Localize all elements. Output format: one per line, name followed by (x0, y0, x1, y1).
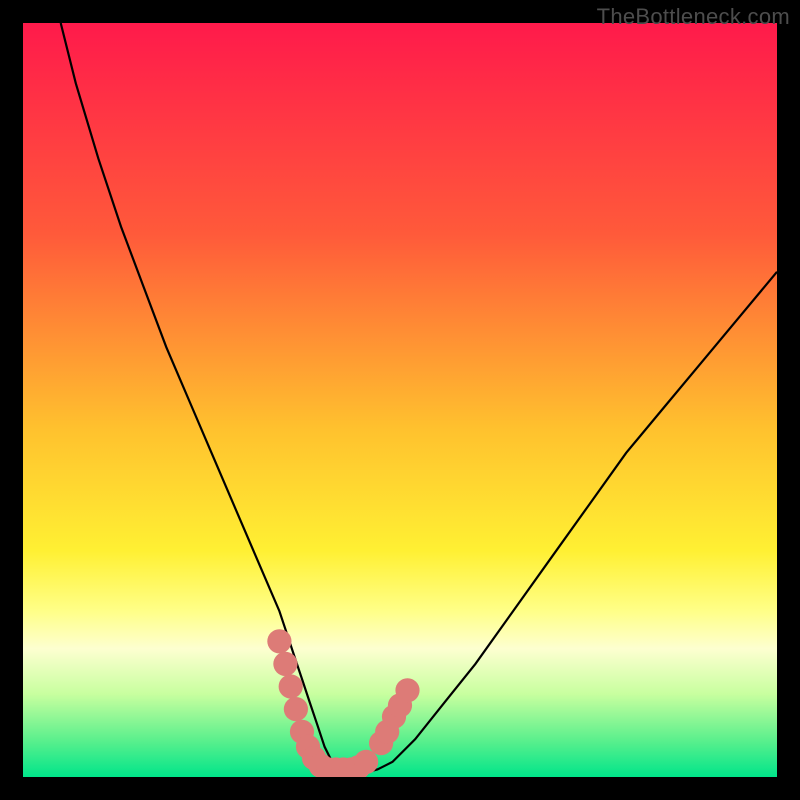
marker-dot (395, 678, 419, 702)
gradient-bg (23, 23, 777, 777)
watermark-text: TheBottleneck.com (597, 4, 790, 30)
plot-area (23, 23, 777, 777)
marker-dot (273, 652, 297, 676)
chart-svg (23, 23, 777, 777)
marker-dot (354, 750, 378, 774)
chart-frame: TheBottleneck.com (0, 0, 800, 800)
marker-dot (279, 674, 303, 698)
marker-dot (267, 629, 291, 653)
marker-dot (284, 697, 308, 721)
